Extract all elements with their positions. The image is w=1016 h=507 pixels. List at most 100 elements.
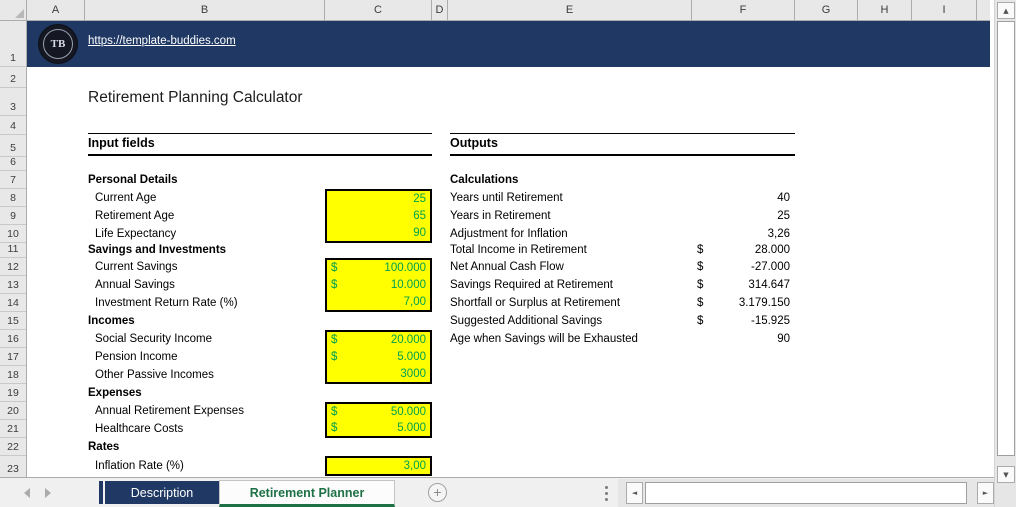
hscroll-thumb[interactable] (645, 482, 967, 504)
output-value: 90 (777, 333, 790, 345)
currency-symbol: $ (697, 297, 704, 309)
row-header-16[interactable]: 16 (0, 330, 26, 348)
input-label-healthcare-costs: Healthcare Costs (95, 423, 184, 435)
row-header-12[interactable]: 12 (0, 258, 26, 276)
output-label: Adjustment for Inflation (450, 228, 568, 240)
row-header-15[interactable]: 15 (0, 312, 26, 330)
currency-symbol: $ (331, 351, 338, 363)
input-cell-social-security-income[interactable]: $20.000 (327, 332, 430, 349)
input-cell-current-age[interactable]: 25 (327, 191, 430, 208)
tab-overflow-dots-icon[interactable] (605, 486, 608, 504)
row-header-22[interactable]: 22 (0, 438, 26, 456)
brand-logo-monogram: TB (43, 29, 73, 59)
column-header-partial[interactable] (977, 0, 990, 20)
input-cell-annual-savings[interactable]: $10.000 (327, 277, 430, 294)
row-header-23[interactable]: 23 (0, 456, 26, 477)
row-header-1[interactable]: 1 (0, 21, 26, 67)
input-value: 5.000 (397, 351, 426, 363)
page-title: Retirement Planning Calculator (88, 89, 303, 106)
row-header-21[interactable]: 21 (0, 420, 26, 438)
output-value: 25 (777, 210, 790, 222)
output-row-suggested-additional-savings: Suggested Additional Savings $ -15.925 (450, 312, 790, 330)
row-header-19[interactable]: 19 (0, 384, 26, 402)
hscroll-left-arrow[interactable]: ◄ (626, 482, 643, 504)
input-value: 100.000 (384, 262, 426, 275)
input-value: 20.000 (390, 334, 426, 347)
input-cell-inflation-rate[interactable]: 3,00 (327, 458, 430, 474)
vscroll-up-arrow[interactable]: ▲ (997, 2, 1015, 19)
input-cell-block-rates[interactable]: 3,00 (325, 456, 432, 476)
input-cell-block-savings[interactable]: $100.000 $10.000 7,00 (325, 258, 432, 312)
row-header-13[interactable]: 13 (0, 276, 26, 294)
tab-scroll-right-icon[interactable] (45, 488, 51, 498)
column-header-d[interactable]: D (432, 0, 448, 20)
input-cell-retirement-age[interactable]: 65 (327, 208, 430, 225)
currency-symbol: $ (697, 244, 704, 256)
input-cell-block-incomes[interactable]: $20.000 $5.000 3000 (325, 330, 432, 384)
outputs-heading: Outputs (450, 133, 795, 156)
add-sheet-button[interactable]: + (428, 483, 447, 502)
input-cell-block-expenses[interactable]: $50.000 $5.000 (325, 402, 432, 438)
vscroll-down-arrow[interactable]: ▼ (997, 466, 1015, 483)
column-header-c[interactable]: C (325, 0, 432, 20)
tab-retirement-planner[interactable]: Retirement Planner (219, 480, 395, 507)
row-header-17[interactable]: 17 (0, 348, 26, 366)
input-value: 65 (413, 210, 426, 222)
currency-symbol: $ (331, 334, 338, 347)
currency-symbol: $ (697, 279, 704, 291)
select-all-triangle-icon (15, 9, 24, 18)
row-header-14[interactable]: 14 (0, 294, 26, 312)
column-header-g[interactable]: G (795, 0, 858, 20)
brand-url-link[interactable]: https://template-buddies.com (88, 35, 236, 47)
row-header-7[interactable]: 7 (0, 171, 26, 189)
tab-edge-sliver (99, 481, 103, 504)
input-label-current-savings: Current Savings (95, 261, 178, 273)
select-all-corner[interactable] (0, 0, 27, 20)
output-label: Net Annual Cash Flow (450, 261, 564, 273)
row-header-9[interactable]: 9 (0, 207, 26, 225)
group-label-savings-investments: Savings and Investments (88, 244, 227, 256)
row-header-10[interactable]: 10 (0, 225, 26, 243)
vscroll-thumb[interactable] (997, 21, 1015, 456)
column-header-i[interactable]: I (912, 0, 977, 20)
output-label: Shortfall or Surplus at Retirement (450, 297, 621, 309)
column-header-h[interactable]: H (858, 0, 912, 20)
input-cell-other-passive-incomes[interactable]: 3000 (327, 365, 430, 382)
tab-description[interactable]: Description (105, 481, 219, 504)
row-header-6[interactable]: 6 (0, 156, 26, 171)
input-cell-healthcare-costs[interactable]: $5.000 (327, 420, 430, 436)
column-header-a[interactable]: A (27, 0, 85, 20)
column-header-b[interactable]: B (85, 0, 325, 20)
row-header-5[interactable]: 5 (0, 135, 26, 157)
brand-logo-icon: TB (38, 24, 78, 64)
tab-scroll-left-icon[interactable] (24, 488, 30, 498)
row-header-20[interactable]: 20 (0, 402, 26, 420)
input-value: 5.000 (397, 422, 426, 434)
row-header-8[interactable]: 8 (0, 189, 26, 207)
input-value: 3,00 (403, 460, 426, 472)
vertical-scrollbar[interactable]: ▲ ▼ (994, 0, 1016, 507)
output-row-years-until-retirement: Years until Retirement 40 (450, 189, 790, 207)
input-cell-block-personal[interactable]: 25 65 90 (325, 189, 432, 243)
row-header-11[interactable]: 11 (0, 243, 26, 258)
input-cell-investment-return-rate[interactable]: 7,00 (327, 293, 430, 310)
input-cell-annual-retirement-expenses[interactable]: $50.000 (327, 404, 430, 420)
row-header-4[interactable]: 4 (0, 116, 26, 135)
brand-banner: TB https://template-buddies.com (27, 21, 990, 67)
currency-symbol: $ (331, 279, 338, 291)
column-header-e[interactable]: E (448, 0, 692, 20)
output-row-total-income-in-retirement: Total Income in Retirement $28.000 (450, 243, 790, 258)
spreadsheet-app: A B C D E F G H I 1 2 3 4 5 6 7 8 9 10 1… (0, 0, 1016, 507)
input-value: 7,00 (403, 295, 426, 308)
input-cell-life-expectancy[interactable]: 90 (327, 224, 430, 241)
sheet-grid: TB https://template-buddies.com Retireme… (27, 21, 990, 477)
column-header-f[interactable]: F (692, 0, 795, 20)
input-cell-current-savings[interactable]: $100.000 (327, 260, 430, 277)
row-header-3[interactable]: 3 (0, 88, 26, 116)
input-value: 25 (413, 193, 426, 206)
input-label-annual-savings: Annual Savings (95, 279, 175, 291)
row-header-2[interactable]: 2 (0, 67, 26, 88)
row-header-18[interactable]: 18 (0, 366, 26, 384)
hscroll-right-arrow[interactable]: ► (977, 482, 994, 504)
input-cell-pension-income[interactable]: $5.000 (327, 349, 430, 366)
